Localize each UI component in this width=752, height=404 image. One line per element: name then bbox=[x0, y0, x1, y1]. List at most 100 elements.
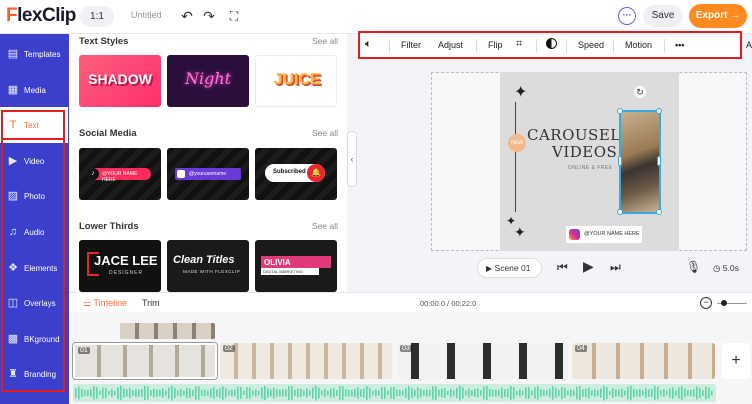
lower-third-olivia-johnson[interactable]: OLIVIA JOHNSON DIGITAL MARKETING DIRECTO… bbox=[255, 240, 337, 292]
section-title-lower-thirds: Lower Thirds bbox=[79, 221, 139, 232]
duration-label[interactable]: ◷ 5.0s bbox=[713, 263, 739, 274]
sidebar-item-audio[interactable]: ♫ Audio bbox=[0, 214, 68, 250]
resize-handle[interactable] bbox=[617, 209, 623, 215]
sidebar-item-media[interactable]: ▦ Media bbox=[0, 72, 68, 108]
text-style-night[interactable]: Night bbox=[167, 55, 249, 107]
social-tiktok-thumb[interactable]: ♪ @YOUR NAME HERE bbox=[79, 148, 161, 200]
resize-handle[interactable] bbox=[656, 209, 662, 215]
sidebar-item-overlays[interactable]: ◫ Overlays bbox=[0, 285, 68, 321]
timeline-clip[interactable]: 01 bbox=[73, 343, 217, 379]
waveform-bar bbox=[687, 390, 689, 396]
resize-handle[interactable] bbox=[617, 108, 623, 114]
zoom-slider-thumb[interactable] bbox=[721, 300, 727, 306]
canvas-subtitle[interactable]: ONLINE & FREE bbox=[568, 165, 613, 171]
timeline-clip[interactable]: 03 bbox=[397, 343, 568, 379]
sidebar-item-branding[interactable]: ♜ Branding bbox=[0, 356, 68, 392]
sidebar-item-templates[interactable]: ▤ Templates bbox=[0, 36, 68, 72]
play-icon[interactable]: ▶ bbox=[583, 258, 594, 275]
aspect-ratio-button[interactable]: 1:1 bbox=[80, 6, 114, 27]
lower-third-jace-lee[interactable]: JACE LEE DESIGNER bbox=[79, 240, 161, 292]
zoom-out-icon[interactable]: − bbox=[700, 297, 712, 309]
selected-photo[interactable] bbox=[619, 110, 661, 214]
help-chat-icon[interactable]: ··· bbox=[618, 7, 636, 25]
undo-icon[interactable]: ↶ bbox=[179, 8, 195, 24]
dragged-clip-preview[interactable] bbox=[120, 323, 215, 339]
tab-timeline[interactable]: ⚍ Timeline bbox=[83, 298, 127, 309]
see-all-text-styles[interactable]: See all bbox=[312, 36, 338, 46]
waveform-bar bbox=[204, 389, 206, 397]
waveform-bar bbox=[426, 389, 428, 397]
scene-play-button[interactable]: ▶ Scene 01 bbox=[477, 258, 542, 278]
previous-icon[interactable]: ⏮︎ bbox=[557, 260, 568, 275]
audio-waveform[interactable] bbox=[73, 384, 716, 402]
see-all-social-media[interactable]: See all bbox=[312, 128, 338, 138]
waveform-bar bbox=[552, 386, 554, 400]
flip-button[interactable]: Flip bbox=[488, 40, 503, 50]
timeline-clip[interactable]: 04 bbox=[572, 343, 715, 379]
waveform-bar bbox=[318, 387, 320, 399]
save-button[interactable]: Save bbox=[643, 5, 683, 27]
see-all-lower-thirds[interactable]: See all bbox=[312, 221, 338, 231]
add-clip-button[interactable]: + bbox=[722, 343, 750, 379]
waveform-bar bbox=[603, 385, 605, 401]
canvas-title-2[interactable]: VIDEOS bbox=[552, 143, 617, 161]
volume-icon[interactable]: 🔈︎ bbox=[365, 38, 372, 51]
canvas-title-1[interactable]: CAROUSEL bbox=[527, 126, 621, 144]
handle-box[interactable]: @YOUR NAME HERE bbox=[566, 226, 642, 243]
clip-number: 04 bbox=[575, 345, 587, 352]
waveform-bar bbox=[471, 390, 473, 396]
resize-handle[interactable] bbox=[618, 156, 622, 166]
sidebar-item-elements[interactable]: ❖ Elements bbox=[0, 250, 68, 286]
waveform-bar bbox=[93, 386, 95, 400]
sidebar-item-bkground[interactable]: ▩ BKground bbox=[0, 321, 68, 357]
waveform-bar bbox=[384, 387, 386, 399]
crop-icon[interactable]: ⌗ bbox=[516, 38, 522, 51]
logo[interactable]: FlexClip bbox=[6, 5, 76, 27]
resize-handle[interactable] bbox=[656, 108, 662, 114]
motion-button[interactable]: Motion bbox=[625, 40, 652, 50]
waveform-bar bbox=[234, 389, 236, 397]
text-style-juice[interactable]: JUICE bbox=[255, 55, 337, 107]
speed-button[interactable]: Speed bbox=[578, 40, 604, 50]
video-canvas[interactable]: ✦ ✦ ✦ NEW CAROUSEL VIDEOS ONLINE & FREE … bbox=[500, 72, 679, 251]
divider bbox=[389, 39, 390, 53]
waveform-bar bbox=[606, 386, 608, 400]
instagram-icon bbox=[177, 170, 185, 178]
sidebar-item-video[interactable]: ▶ Video bbox=[0, 143, 68, 179]
timeline-clip[interactable]: 02 bbox=[220, 343, 392, 379]
more-options-button[interactable]: ••• bbox=[675, 40, 684, 50]
waveform-bar bbox=[633, 388, 635, 398]
waveform-bar bbox=[219, 388, 221, 398]
waveform-bar bbox=[675, 390, 677, 396]
waveform-bar bbox=[690, 389, 692, 397]
color-icon[interactable] bbox=[546, 38, 557, 49]
scene-label: Scene 01 bbox=[494, 263, 531, 273]
waveform-bar bbox=[447, 390, 449, 396]
waveform-bar bbox=[111, 389, 113, 397]
waveform-bar bbox=[339, 386, 341, 400]
social-instagram-thumb[interactable]: @yourusername bbox=[167, 148, 249, 200]
filter-button[interactable]: Filter bbox=[401, 40, 421, 50]
sidebar-item-text[interactable]: T Text bbox=[0, 107, 68, 144]
adjust-button[interactable]: Adjust bbox=[438, 40, 463, 50]
resize-handle[interactable] bbox=[657, 156, 661, 166]
section-title-text-styles: Text Styles bbox=[79, 36, 129, 47]
project-title[interactable]: Untitled bbox=[131, 10, 162, 20]
text-style-shadow[interactable]: SHADOW bbox=[79, 55, 161, 107]
waveform-bar bbox=[660, 390, 662, 396]
next-icon[interactable]: ⏭︎ bbox=[610, 260, 621, 275]
social-subscribe-thumb[interactable]: Subscribed 🔔 bbox=[255, 148, 337, 200]
sidebar-item-photo[interactable]: ▨ Photo bbox=[0, 178, 68, 214]
fullscreen-icon[interactable]: ⛶ bbox=[226, 8, 242, 24]
export-button[interactable]: Export → bbox=[689, 4, 747, 28]
rotate-icon[interactable]: ↻ bbox=[634, 86, 646, 98]
redo-icon[interactable]: ↷ bbox=[201, 8, 217, 24]
collapse-panel-button[interactable]: ‹ bbox=[347, 131, 357, 187]
lower-third-clean-titles[interactable]: Clean Titles MADE WITH FLEXCLIP bbox=[167, 240, 249, 292]
tab-trim[interactable]: Trim bbox=[142, 298, 160, 308]
microphone-icon[interactable]: 🎙︎ bbox=[686, 260, 701, 274]
background-icon: ▩ bbox=[7, 332, 19, 345]
waveform-bar bbox=[300, 388, 302, 398]
waveform-bar bbox=[558, 389, 560, 397]
waveform-bar bbox=[645, 387, 647, 399]
